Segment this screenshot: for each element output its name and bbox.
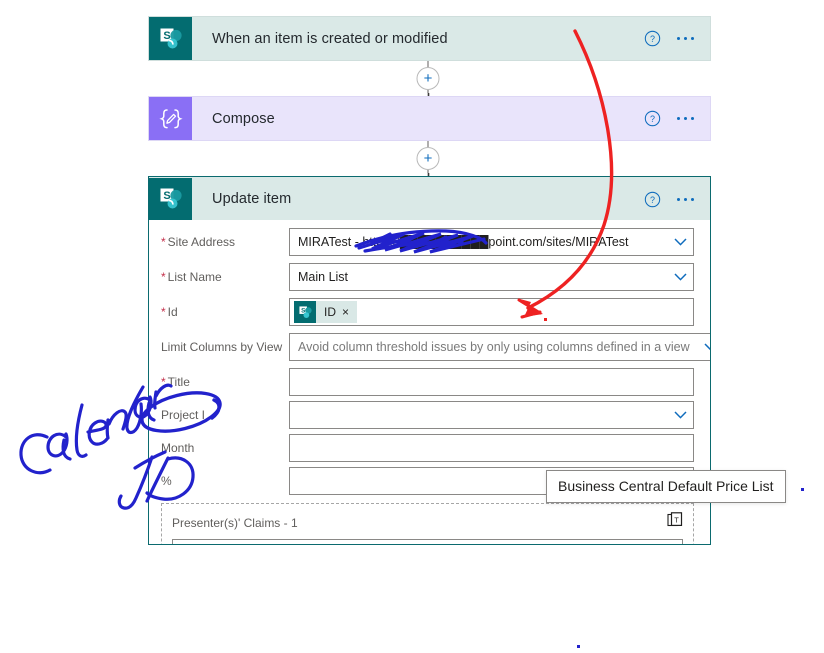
help-icon[interactable]: ? bbox=[644, 30, 661, 47]
month-input[interactable] bbox=[289, 434, 694, 462]
required-asterisk: * bbox=[161, 235, 166, 249]
help-icon[interactable]: ? bbox=[644, 191, 661, 208]
field-label: % bbox=[161, 474, 172, 488]
svg-text:?: ? bbox=[650, 194, 655, 204]
field-title: * Title bbox=[149, 368, 710, 396]
add-step-button[interactable]: + bbox=[416, 147, 440, 170]
chevron-down-icon[interactable] bbox=[667, 411, 693, 419]
delete-item-icon[interactable]: T bbox=[667, 512, 683, 534]
field-label: Limit Columns by View bbox=[161, 340, 283, 354]
more-commands-icon[interactable] bbox=[677, 37, 694, 40]
compose-braces-pencil-icon bbox=[149, 97, 192, 140]
title-input[interactable] bbox=[289, 368, 694, 396]
list-name-combobox[interactable]: Main List bbox=[289, 263, 694, 291]
sharepoint-icon: S bbox=[294, 301, 316, 323]
project-id-combobox[interactable] bbox=[289, 401, 694, 429]
sharepoint-icon: S bbox=[149, 17, 192, 60]
repeating-section-title: Presenter(s)' Claims - 1 bbox=[172, 516, 298, 530]
add-step-button[interactable]: + bbox=[416, 67, 440, 90]
flow-card-actions: ? bbox=[644, 110, 710, 127]
field-value: MIRATest - https://██████████point.com/s… bbox=[298, 235, 629, 249]
field-label: Month bbox=[161, 441, 195, 455]
flow-card-update-item[interactable]: S Update item ? bbox=[148, 176, 711, 221]
svg-text:T: T bbox=[674, 516, 679, 525]
svg-text:?: ? bbox=[650, 34, 655, 44]
more-commands-icon[interactable] bbox=[677, 117, 694, 120]
field-id: * Id S ID × bbox=[149, 298, 710, 326]
field-label: * List Name bbox=[161, 270, 222, 284]
repeating-section-header: Presenter(s)' Claims - 1 T bbox=[172, 512, 683, 534]
flow-card-trigger[interactable]: S When an item is created or modified ? bbox=[148, 16, 711, 61]
field-site-address: * Site Address MIRATest - https://███████… bbox=[149, 228, 710, 256]
field-placeholder: Avoid column threshold issues by only us… bbox=[298, 340, 690, 354]
site-address-combobox[interactable]: MIRATest - https://██████████point.com/s… bbox=[289, 228, 694, 256]
required-asterisk: * bbox=[161, 270, 166, 284]
field-list-name: * List Name Main List bbox=[149, 263, 710, 291]
flow-card-header[interactable]: Compose ? bbox=[148, 96, 711, 141]
flow-designer-canvas: S When an item is created or modified ? bbox=[0, 0, 824, 653]
id-input[interactable]: S ID × bbox=[289, 298, 694, 326]
flow-card-compose[interactable]: Compose ? bbox=[148, 96, 711, 141]
flow-card-header[interactable]: S When an item is created or modified ? bbox=[148, 16, 711, 61]
token-label: ID bbox=[324, 305, 336, 319]
help-icon[interactable]: ? bbox=[644, 110, 661, 127]
required-asterisk: * bbox=[161, 305, 166, 319]
required-asterisk: * bbox=[161, 375, 166, 389]
field-month: Month bbox=[149, 434, 710, 462]
repeating-section-field[interactable] bbox=[172, 539, 683, 544]
chevron-down-icon[interactable] bbox=[698, 343, 710, 351]
ink-dot bbox=[801, 488, 804, 491]
dynamic-content-token[interactable]: S ID × bbox=[294, 301, 358, 323]
field-label: * Site Address bbox=[161, 235, 236, 249]
flow-card-title: Update item bbox=[212, 191, 292, 207]
sharepoint-icon: S bbox=[149, 177, 192, 221]
chevron-down-icon[interactable] bbox=[667, 238, 693, 246]
field-label: Project I bbox=[161, 408, 206, 422]
flow-card-actions: ? bbox=[644, 191, 710, 208]
field-label: * Id bbox=[161, 305, 178, 319]
limit-columns-combobox[interactable]: Avoid column threshold issues by only us… bbox=[289, 333, 710, 361]
flow-card-title: When an item is created or modified bbox=[212, 30, 448, 47]
tooltip: Business Central Default Price List bbox=[546, 470, 786, 503]
close-icon[interactable]: × bbox=[342, 305, 357, 319]
chevron-down-icon[interactable] bbox=[667, 273, 693, 281]
flow-card-header[interactable]: S Update item ? bbox=[148, 176, 711, 221]
svg-text:?: ? bbox=[650, 114, 655, 124]
flow-card-actions: ? bbox=[644, 30, 710, 47]
field-project-id: Project I bbox=[149, 401, 710, 429]
repeating-section-presenters-claims: Presenter(s)' Claims - 1 T bbox=[161, 503, 694, 544]
ink-dot bbox=[577, 645, 580, 648]
field-limit-columns-by-view: Limit Columns by View Avoid column thres… bbox=[149, 333, 710, 361]
field-label: * Title bbox=[161, 375, 190, 389]
field-value: Main List bbox=[298, 270, 349, 284]
more-commands-icon[interactable] bbox=[677, 197, 694, 201]
flow-card-title: Compose bbox=[212, 110, 275, 127]
